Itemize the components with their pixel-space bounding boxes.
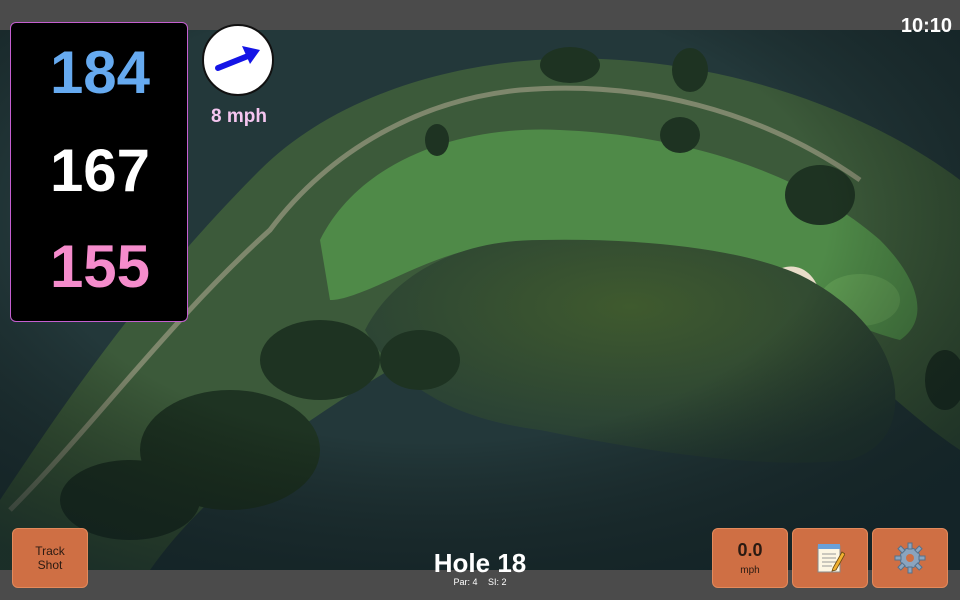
wind-speed-label: 8 mph: [211, 106, 267, 127]
stroke-index-label: SI: 2: [488, 577, 507, 587]
clock: 10:10: [900, 15, 952, 37]
distance-panel: 184 167 155: [10, 22, 188, 322]
settings-button[interactable]: [872, 528, 948, 588]
distance-back: 184: [49, 39, 151, 106]
track-shot-button[interactable]: Track Shot: [12, 528, 88, 588]
speed-value: 0.0: [737, 540, 763, 560]
track-shot-label-line1: Track: [35, 544, 65, 558]
notepad-icon: [817, 544, 845, 573]
notes-button[interactable]: [792, 528, 868, 588]
hole-info: Par: 4 SI: 2: [380, 577, 580, 587]
par-label: Par: 4: [453, 577, 478, 587]
wind-indicator: [202, 24, 274, 96]
wind-direction-arrow-icon: [215, 46, 260, 71]
hole-title: Hole 18: [433, 548, 527, 578]
distance-front: 155: [49, 233, 151, 300]
track-shot-label-line2: Shot: [37, 558, 63, 572]
gear-icon: [894, 542, 926, 574]
speed-unit: mph: [740, 565, 760, 576]
speed-button[interactable]: 0.0 mph: [712, 528, 788, 588]
distance-middle: 167: [49, 137, 151, 204]
